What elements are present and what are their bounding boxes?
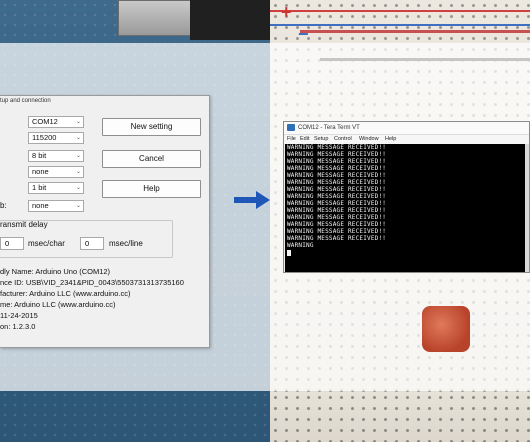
chevron-down-icon: ⌄ — [75, 135, 81, 141]
baud-rate-value: 115200 — [32, 133, 57, 142]
jumper-wire-red — [300, 30, 530, 33]
power-rail-red — [270, 10, 530, 12]
terminal-line: WARNING MESSAGE RECEIVED!! — [287, 172, 387, 179]
terminal-line: WARNING — [287, 242, 314, 249]
teraterm-app-icon — [287, 124, 295, 131]
char-delay-input[interactable]: 0 — [0, 237, 24, 250]
help-button[interactable]: Help — [102, 180, 201, 198]
driver-date: 11-24-2015 — [0, 311, 38, 320]
chevron-down-icon: ⌄ — [75, 185, 81, 191]
data-bits-select[interactable]: 8 bit ⌄ — [28, 150, 84, 162]
transmit-delay-label: ransmit delay — [0, 220, 48, 229]
terminal-line: WARNING MESSAGE RECEIVED!! — [287, 165, 387, 172]
menu-control[interactable]: Control — [334, 135, 352, 144]
terminal-line: WARNING MESSAGE RECEIVED!! — [287, 158, 387, 165]
baud-rate-select[interactable]: 115200 ⌄ — [28, 132, 84, 144]
terminal-line: WARNING MESSAGE RECEIVED!! — [287, 235, 387, 242]
teraterm-title: COM12 - Tera Term VT — [298, 125, 360, 131]
plus-rail-marker: + — [281, 2, 292, 22]
stop-bits-select[interactable]: 1 bit ⌄ — [28, 182, 84, 194]
terminal-line: WARNING MESSAGE RECEIVED!! — [287, 193, 387, 200]
terminal-cursor — [287, 250, 291, 256]
power-rail-blue — [270, 24, 530, 26]
driver-version: on: 1.2.3.0 — [0, 322, 36, 331]
pin-header-photo — [190, 0, 270, 40]
terminal-line: WARNING MESSAGE RECEIVED!! — [287, 228, 387, 235]
device-provider-name: me: Arduino LLC (www.arduino.cc) — [0, 300, 116, 309]
port-value: COM12 — [32, 117, 58, 126]
teraterm-window: COM12 - Tera Term VT File Edit Setup Con… — [283, 121, 530, 273]
terminal-line: WARNING MESSAGE RECEIVED!! — [287, 214, 387, 221]
piezo-component-photo — [422, 306, 470, 352]
char-delay-unit: msec/char — [28, 239, 65, 248]
flow-control-label: b: — [0, 201, 7, 210]
serial-setup-dialog: tup and connection COM12 ⌄ 115200 ⌄ 8 bi… — [0, 95, 210, 348]
data-bits-value: 8 bit — [32, 151, 47, 160]
flow-control-select[interactable]: none ⌄ — [28, 200, 84, 212]
device-instance-id: nce ID: USB\VID_2341&PID_0043\5503731313… — [0, 278, 184, 287]
chevron-down-icon: ⌄ — [75, 203, 81, 209]
right-arrow-icon — [234, 191, 270, 209]
dialog-title: tup and connection — [0, 98, 51, 104]
teraterm-titlebar: COM12 - Tera Term VT — [284, 122, 529, 135]
terminal-line: WARNING MESSAGE RECEIVED!! — [287, 207, 387, 214]
menu-window[interactable]: Window — [359, 135, 379, 144]
parity-select[interactable]: none ⌄ — [28, 166, 84, 178]
breadboard-bottom-holes — [270, 392, 530, 442]
cancel-button[interactable]: Cancel — [102, 150, 201, 168]
line-delay-input[interactable]: 0 — [80, 237, 104, 250]
menu-help[interactable]: Help — [385, 135, 396, 144]
parity-value: none — [32, 167, 49, 176]
terminal-scrollbar[interactable] — [525, 144, 529, 272]
minus-rail-marker: − — [298, 24, 309, 44]
stop-bits-value: 1 bit — [32, 183, 47, 192]
terminal-line: WARNING MESSAGE RECEIVED!! — [287, 151, 387, 158]
new-setting-button[interactable]: New setting — [102, 118, 201, 136]
line-delay-unit: msec/line — [109, 239, 143, 248]
flow-control-value: none — [32, 201, 49, 210]
chevron-down-icon: ⌄ — [75, 169, 81, 175]
chevron-down-icon: ⌄ — [75, 153, 81, 159]
terminal-screen[interactable]: WARNING MESSAGE RECEIVED!! WARNING MESSA… — [285, 144, 528, 272]
terminal-line: WARNING MESSAGE RECEIVED!! — [287, 186, 387, 193]
terminal-line: WARNING MESSAGE RECEIVED!! — [287, 144, 387, 151]
teraterm-menubar: File Edit Setup Control Window Help — [284, 135, 529, 144]
terminal-line: WARNING MESSAGE RECEIVED!! — [287, 200, 387, 207]
chevron-down-icon: ⌄ — [75, 119, 81, 125]
menu-edit[interactable]: Edit — [300, 135, 309, 144]
port-select[interactable]: COM12 ⌄ — [28, 116, 84, 128]
menu-file[interactable]: File — [287, 135, 296, 144]
terminal-line: WARNING MESSAGE RECEIVED!! — [287, 221, 387, 228]
usb-connector-photo — [118, 0, 192, 36]
terminal-line: WARNING MESSAGE RECEIVED!! — [287, 179, 387, 186]
device-manufacturer: facturer: Arduino LLC (www.arduino.cc) — [0, 289, 131, 298]
menu-setup[interactable]: Setup — [314, 135, 328, 144]
device-friendly-name: dly Name: Arduino Uno (COM12) — [0, 267, 111, 276]
